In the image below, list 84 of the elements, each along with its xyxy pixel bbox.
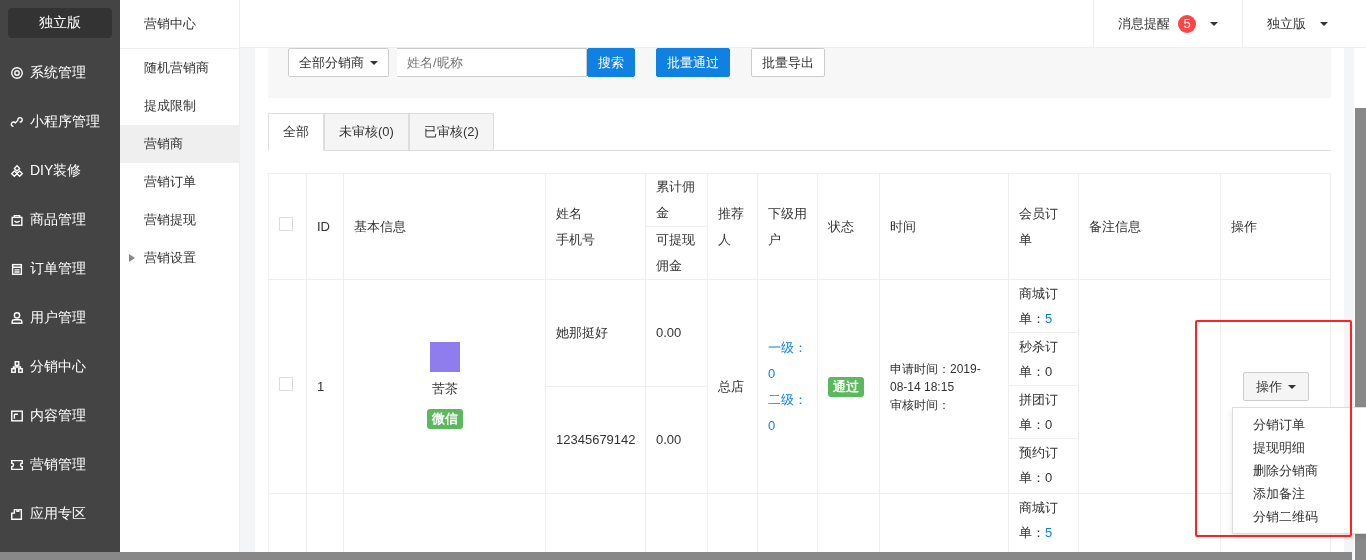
nav-item[interactable]: 商品管理 (0, 195, 120, 244)
caret-icon (1320, 21, 1328, 26)
order-count: 商城订单：5 (1018, 499, 1059, 542)
menu-item[interactable]: 提现明细 (1233, 436, 1366, 459)
subordinate-link[interactable]: 二级：0 (768, 386, 807, 439)
diamond-icon (10, 163, 24, 178)
submenu-item[interactable]: 提成限制 (120, 87, 239, 125)
column-header: 累计佣金 (656, 179, 695, 220)
caret-icon (1210, 21, 1218, 26)
withdrawable-cell: 0.00 (656, 432, 682, 447)
nav-item[interactable]: 系统管理 (0, 48, 120, 97)
distributor-dropdown[interactable]: 全部分销商 (288, 48, 389, 77)
select-all-checkbox[interactable] (279, 216, 293, 231)
column-header: 时间 (890, 218, 916, 234)
apply-time: 申请时间：2019-08-14 18:15 (890, 360, 982, 396)
menu-item[interactable]: 添加备注 (1233, 482, 1366, 505)
column-header: 操作 (1231, 218, 1257, 234)
menu-item[interactable]: 删除分销商 (1233, 459, 1366, 482)
column-header: 可提现佣金 (656, 232, 695, 273)
sitemap-icon (10, 359, 24, 374)
menu-item[interactable]: 分销二维码 (1233, 505, 1366, 528)
submenu-item[interactable]: 随机营销商 (120, 49, 239, 87)
order-count: 拼团订单：0 (1009, 386, 1078, 439)
status-tag: 通过 (828, 376, 864, 397)
nav-item[interactable]: 小程序管理 (0, 97, 120, 146)
commission-cell: 0.00 (656, 325, 682, 340)
search-field[interactable]: 姓名/昵称 (397, 48, 587, 77)
column-header: ID (317, 218, 330, 234)
settings-icon (10, 65, 24, 80)
name-cell: 她那挺好 (556, 325, 608, 340)
submenu-item[interactable]: 营销订单 (120, 163, 239, 201)
account-menu[interactable]: 独立版 (1242, 0, 1352, 47)
order-count: 秒杀订单：0 (1009, 333, 1078, 386)
source-tag: 微信 (426, 408, 463, 429)
row-checkbox[interactable] (279, 376, 293, 391)
column-header: 推荐人 (718, 205, 744, 247)
column-header: 状态 (828, 218, 854, 234)
submenu-item[interactable]: 营销设置 (120, 239, 239, 277)
ticket-icon (10, 457, 24, 472)
column-header: 下级用户 (768, 205, 807, 247)
column-header: 会员订单 (1019, 205, 1058, 247)
phone-cell: 12345679142 (556, 432, 636, 447)
menu-item[interactable]: 分销订单 (1233, 413, 1366, 436)
nav-item[interactable]: 订单管理 (0, 244, 120, 293)
link-icon (10, 114, 24, 129)
column-header: 备注信息 (1089, 218, 1141, 234)
horizontal-scrollbar[interactable] (0, 552, 1352, 560)
subordinate-link[interactable]: 一级：0 (768, 334, 807, 387)
nav-item[interactable]: 分销中心 (0, 342, 120, 391)
submenu-item[interactable]: 营销商 (120, 125, 239, 163)
tab[interactable]: 未审核(0) (324, 113, 409, 150)
submenu-item[interactable]: 营销提现 (120, 201, 239, 239)
nav-item[interactable]: 内容管理 (0, 391, 120, 440)
nav-item[interactable]: DIY装修 (0, 146, 120, 195)
order-count: 商城订单：5 (1009, 280, 1078, 333)
nav-item[interactable]: 应用专区 (0, 489, 120, 538)
review-time: 审核时间： (890, 396, 951, 414)
column-header: 姓名 (556, 204, 583, 223)
filter-button[interactable]: 批量导出 (751, 48, 825, 77)
calendar-icon (10, 261, 24, 276)
submenu-title: 营销中心 (120, 0, 239, 49)
nickname: 苦茶 (430, 379, 459, 398)
referrer-cell: 总店 (718, 378, 744, 394)
id-cell: 1 (317, 378, 325, 394)
caret-icon (370, 60, 378, 65)
order-count: 预约订单：0 (1018, 444, 1059, 487)
avatar-placeholder (429, 341, 460, 372)
puzzle-icon (10, 506, 24, 521)
panel-icon (10, 408, 24, 423)
filter-button[interactable]: 批量通过 (656, 48, 730, 77)
brand-label: 独立版 (8, 8, 112, 38)
user-icon (10, 310, 24, 325)
tab[interactable]: 全部 (268, 113, 324, 151)
caret-icon (1287, 384, 1296, 389)
nav-item[interactable]: 营销管理 (0, 440, 120, 489)
notifications-menu[interactable]: 消息提醒 5 (1093, 0, 1242, 47)
filter-button[interactable]: 搜索 (587, 48, 635, 77)
tab[interactable]: 已审核(2) (408, 113, 494, 150)
bag-icon (10, 212, 24, 227)
notification-count-badge: 5 (1178, 14, 1196, 33)
nav-item[interactable]: 用户管理 (0, 293, 120, 342)
column-header: 基本信息 (354, 218, 406, 234)
actions-dropdown-button[interactable]: 操作 (1242, 372, 1309, 401)
column-header: 手机号 (556, 230, 596, 249)
